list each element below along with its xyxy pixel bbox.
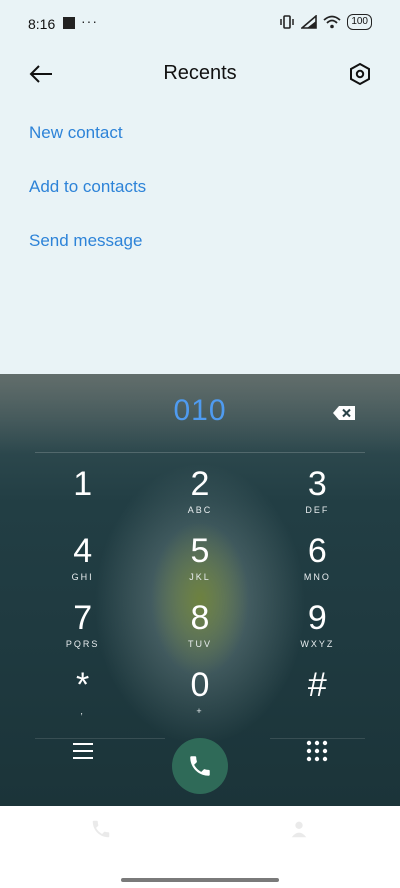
key-letters: PQRS: [65, 639, 100, 649]
key-letters: ,: [80, 706, 85, 716]
key-digit: 6: [307, 532, 327, 570]
key-3[interactable]: 3 DEF: [259, 460, 376, 527]
key-star[interactable]: *,: [24, 661, 141, 728]
key-digit: *: [76, 666, 90, 704]
bottom-nav-faded: [0, 806, 400, 888]
recents-panel: 8:16 ··· 100 Recents New contact Add to …: [0, 0, 400, 374]
key-digit: #: [307, 666, 327, 704]
key-letters: WXYZ: [300, 639, 335, 649]
battery-indicator: 100: [347, 14, 372, 30]
key-9[interactable]: 9 WXYZ: [259, 594, 376, 661]
wifi-icon: [323, 15, 341, 29]
key-hash[interactable]: #: [259, 661, 376, 728]
key-letters: +: [196, 706, 204, 716]
status-time: 8:16: [28, 16, 56, 32]
key-4[interactable]: 4 GHI: [24, 527, 141, 594]
key-letters: MNO: [303, 572, 331, 582]
key-0[interactable]: 0 +: [141, 661, 258, 728]
key-8[interactable]: 8 TUV: [141, 594, 258, 661]
key-6[interactable]: 6 MNO: [259, 527, 376, 594]
key-digit: 9: [307, 599, 327, 637]
dialpad-panel: 010 1 2 ABC 3 DEF 4 GHI 5 JKL 6 MNO 7 PQRS 8 TU…: [0, 374, 400, 806]
menu-icon[interactable]: [71, 739, 95, 763]
call-button[interactable]: [172, 738, 228, 794]
key-7[interactable]: 7 PQRS: [24, 594, 141, 661]
key-2[interactable]: 2 ABC: [141, 460, 258, 527]
key-digit: 8: [190, 599, 210, 637]
dialer-actions: [0, 734, 400, 806]
key-digit: 3: [307, 465, 327, 503]
keypad: 1 2 ABC 3 DEF 4 GHI 5 JKL 6 MNO 7 PQRS 8 TUV 9 W…: [24, 460, 376, 728]
call-icon: [190, 756, 210, 776]
key-digit: 1: [73, 465, 93, 503]
more-notifications-icon: ···: [81, 13, 98, 29]
backspace-icon[interactable]: [332, 405, 356, 421]
key-letters: ABC: [187, 505, 213, 515]
contact-actions: New contact Add to contacts Send message: [29, 118, 146, 280]
phone-tab-icon: [92, 820, 110, 838]
divider: [35, 452, 365, 453]
dialpad-icon[interactable]: [305, 739, 329, 763]
page-title: Recents: [163, 62, 237, 84]
new-contact-link[interactable]: New contact: [29, 118, 146, 172]
divider: [35, 738, 165, 739]
key-digit: 0: [190, 666, 210, 704]
notification-icon: [63, 17, 75, 29]
key-digit: 2: [190, 465, 210, 503]
contacts-tab-icon: [291, 821, 307, 838]
header: Recents: [0, 52, 400, 96]
key-letters: TUV: [187, 639, 212, 649]
key-letters: DEF: [305, 505, 330, 515]
key-1[interactable]: 1: [24, 460, 141, 527]
add-to-contacts-link[interactable]: Add to contacts: [29, 172, 146, 226]
key-digit: 4: [73, 532, 93, 570]
key-digit: 5: [190, 532, 210, 570]
settings-hexagon-icon[interactable]: [348, 62, 372, 86]
key-digit: 7: [73, 599, 93, 637]
send-message-link[interactable]: Send message: [29, 226, 146, 280]
vibrate-icon: [280, 15, 295, 29]
key-letters: JKL: [189, 572, 211, 582]
key-letters: GHI: [71, 572, 94, 582]
home-indicator[interactable]: [121, 878, 279, 882]
signal-icon: [301, 15, 318, 29]
key-5[interactable]: 5 JKL: [141, 527, 258, 594]
status-icons: 100: [279, 14, 372, 30]
status-bar: 8:16 ··· 100: [0, 0, 400, 46]
